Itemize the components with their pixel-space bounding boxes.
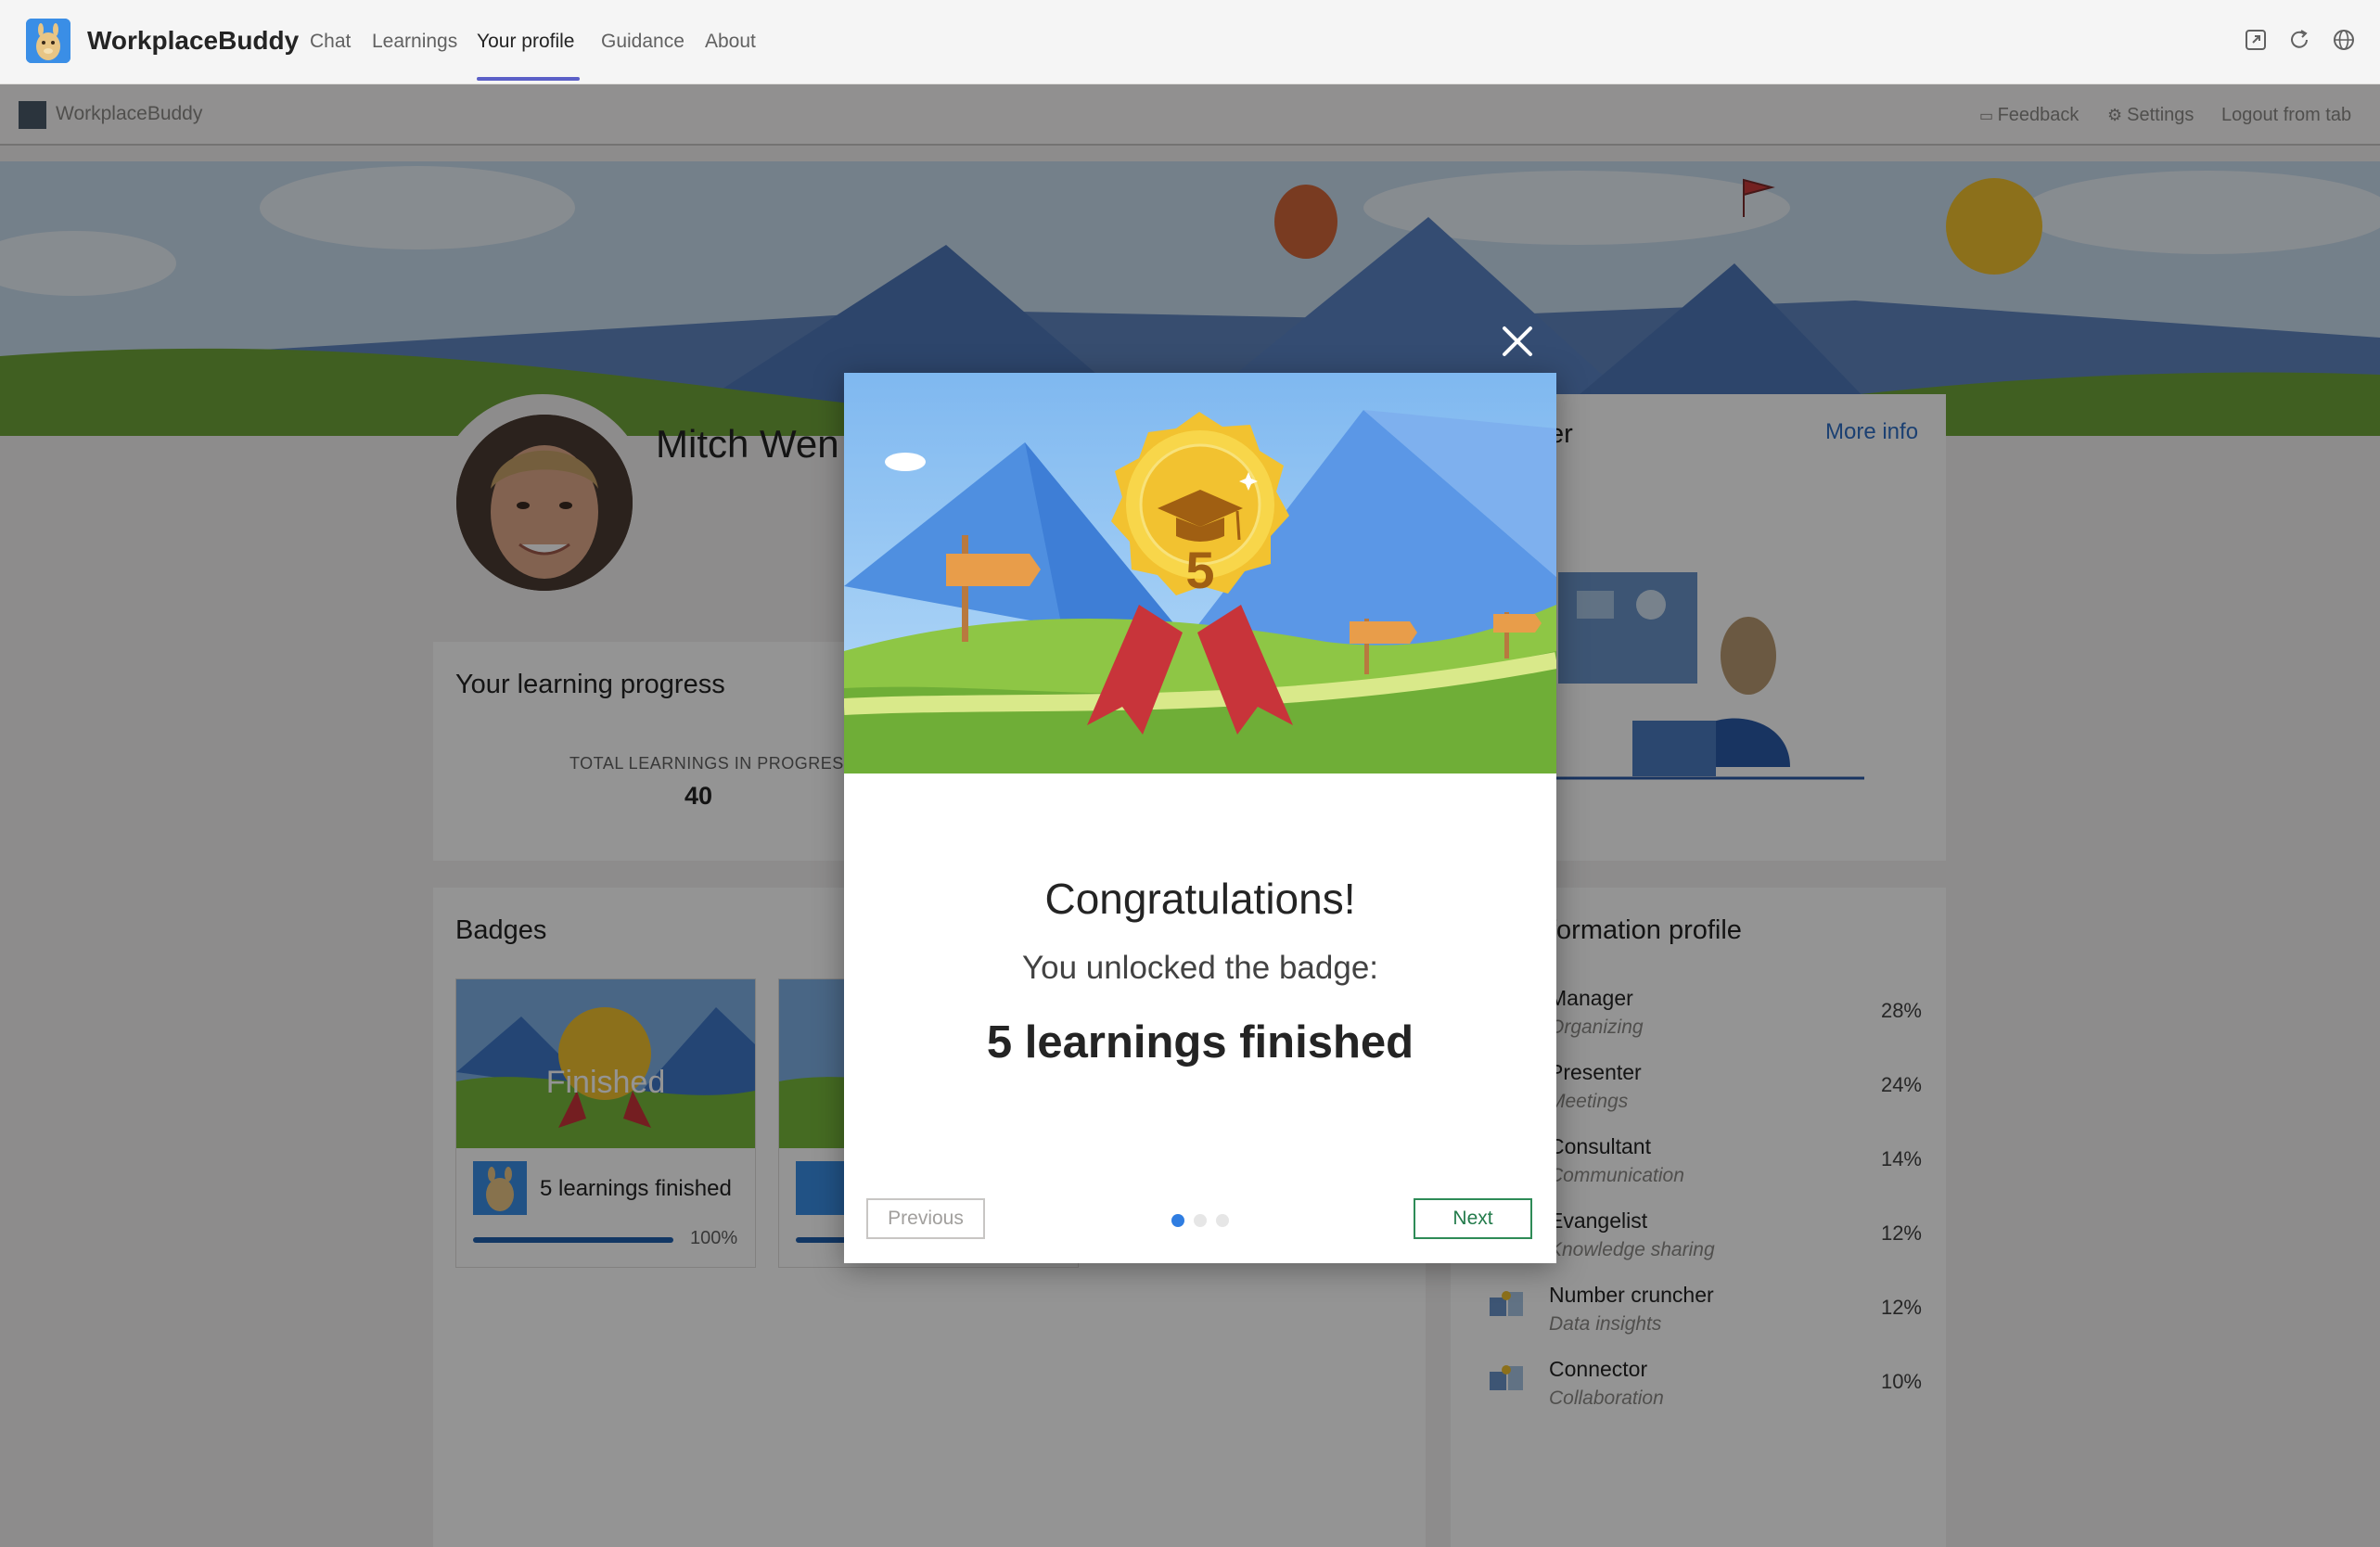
popout-icon[interactable] — [2244, 28, 2268, 52]
app-header: WorkplaceBuddy Chat Learnings Your profi… — [0, 0, 2380, 84]
dialog-subtitle: You unlocked the badge: — [1021, 950, 1379, 986]
close-icon[interactable] — [1497, 321, 1538, 362]
previous-button[interactable]: Previous — [866, 1198, 985, 1239]
badge-number: 5 — [1185, 541, 1214, 599]
badge-hero-image: 5 — [844, 373, 1556, 774]
tab-about[interactable]: About — [705, 31, 756, 53]
dialog-title: Congratulations! — [1044, 875, 1356, 923]
app-logo-icon — [26, 19, 70, 63]
active-tab-indicator — [477, 77, 580, 81]
tab-learnings[interactable]: Learnings — [372, 31, 457, 53]
badge-unlocked-dialog: 5 Congratulations! You unlocked the badg… — [844, 373, 1556, 1263]
pager-dot[interactable] — [1216, 1214, 1229, 1227]
tab-chat[interactable]: Chat — [310, 31, 351, 53]
next-button[interactable]: Next — [1414, 1198, 1532, 1239]
tab-your-profile[interactable]: Your profile — [477, 31, 574, 53]
tab-guidance[interactable]: Guidance — [601, 31, 685, 53]
pager-dot[interactable] — [1194, 1214, 1207, 1227]
app-name: WorkplaceBuddy — [87, 26, 300, 55]
unlocked-badge-name: 5 learnings finished — [986, 1017, 1414, 1068]
pager-dot-active[interactable] — [1171, 1214, 1184, 1227]
refresh-icon[interactable] — [2287, 28, 2311, 52]
globe-icon[interactable] — [2332, 28, 2356, 52]
